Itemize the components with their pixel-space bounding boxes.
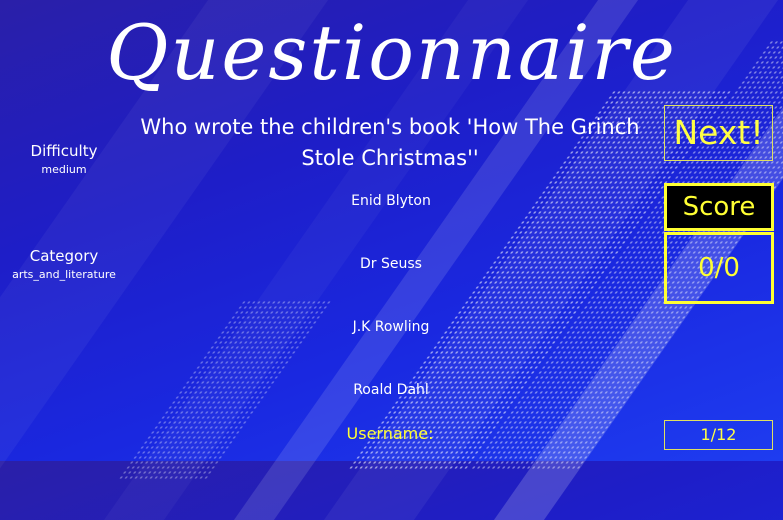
answer-option-3[interactable]: J.K Rowling (291, 312, 491, 342)
username-label: Username: (346, 424, 434, 443)
difficulty-value: medium (41, 163, 87, 176)
answer-option-4[interactable]: Roald Dahl (291, 375, 491, 405)
next-button[interactable]: Next! (664, 105, 773, 161)
question-progress: 1/12 (664, 420, 773, 450)
answer-option-2[interactable]: Dr Seuss (291, 249, 491, 279)
score-label: Score (664, 183, 774, 231)
score-value: 0/0 (664, 232, 774, 304)
answer-option-1[interactable]: Enid Blyton (291, 186, 491, 216)
category-label: Category (29, 247, 99, 265)
page-title: Questionnaire (106, 8, 677, 97)
question-text: Who wrote the children's book 'How The G… (140, 115, 640, 170)
category-value: arts_and_literature (12, 268, 116, 281)
difficulty-label: Difficulty (30, 142, 98, 160)
